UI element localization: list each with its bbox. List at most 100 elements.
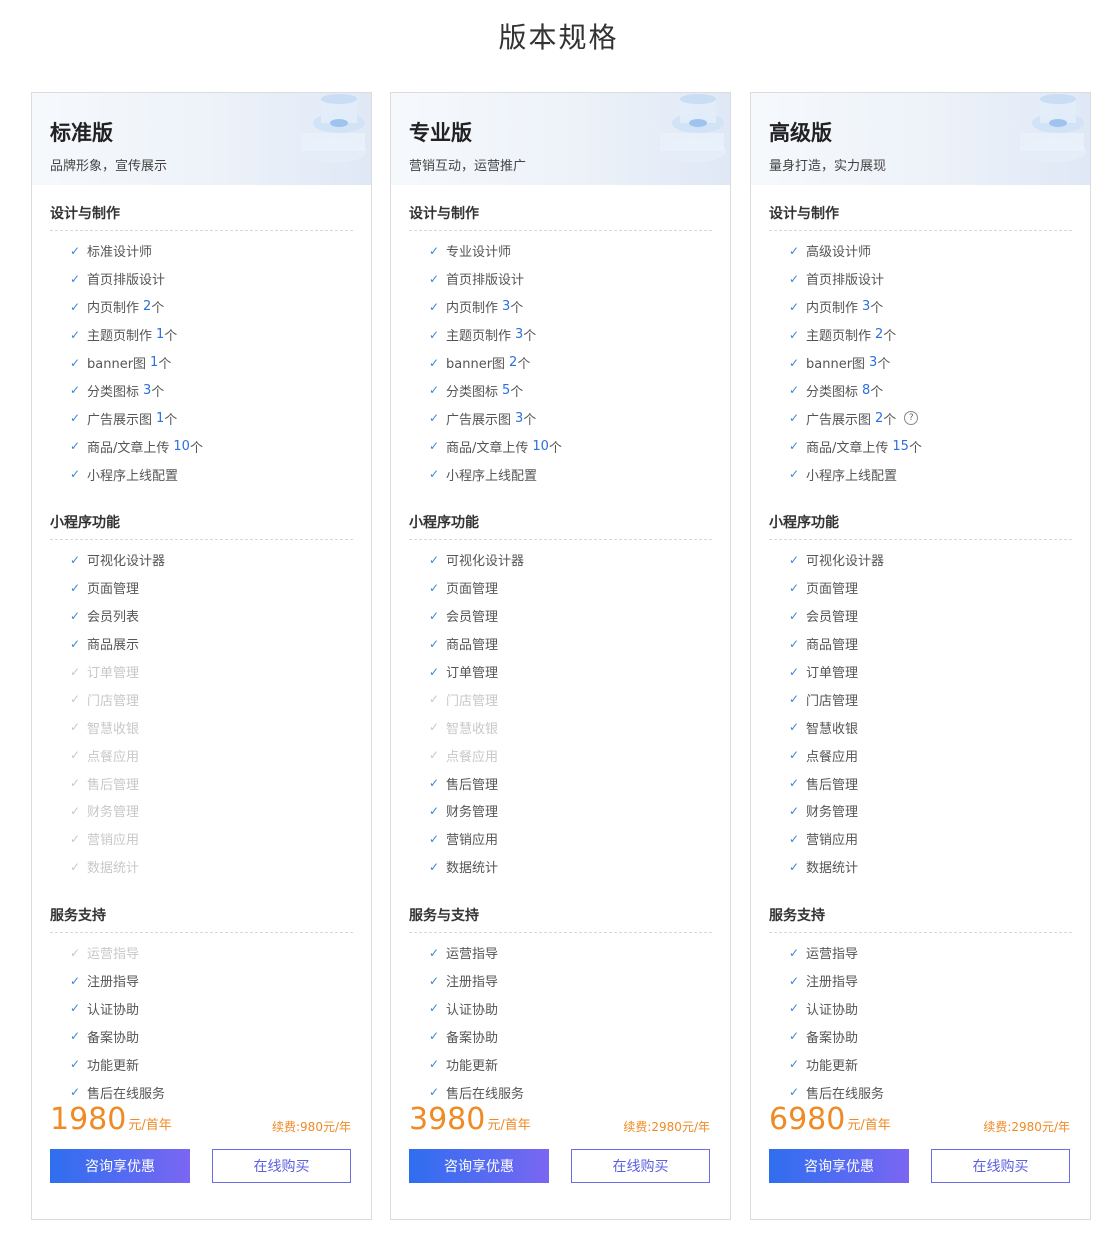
question-circle-icon[interactable]: ? (904, 411, 919, 426)
feature-unit: 个 (883, 412, 897, 428)
feature-item: ✓ 营销应用 (70, 825, 353, 853)
feature-label: 小程序上线配置 (446, 468, 538, 484)
feature-item: ✓ 数据统计 (429, 853, 712, 881)
feature-item: ✓ 点餐应用 (70, 741, 353, 769)
check-icon: ✓ (789, 608, 800, 623)
price-unit: 元/首年 (847, 1118, 891, 1133)
feature-label: 数据统计 (446, 861, 499, 877)
price-unit: 元/首年 (128, 1118, 172, 1133)
feature-unit: 个 (877, 357, 891, 372)
feature-label: banner图 (87, 357, 147, 372)
check-icon: ✓ (429, 467, 440, 482)
feature-label: 分类图标 (446, 384, 499, 400)
feature-list: ✓ 可视化设计器 ✓ 页面管理 ✓ 会员管理 ✓ 商品管理 ✓ 订单管理 ✓ 门店管理 ✓ 智慧收银 ✓ 点餐… (409, 540, 712, 887)
feature-item: ✓ 商品/文章上传 15 个 (789, 432, 1072, 460)
check-icon: ✓ (70, 803, 81, 818)
consult-button[interactable]: 咨询享优惠 (769, 1149, 909, 1183)
feature-label: 门店管理 (806, 693, 859, 709)
check-icon: ✓ (789, 1029, 800, 1044)
feature-label: 认证协助 (806, 1002, 859, 1018)
consult-button[interactable]: 咨询享优惠 (409, 1149, 549, 1183)
buy-online-button[interactable]: 在线购买 (212, 1149, 351, 1183)
feature-label: 认证协助 (87, 1002, 140, 1018)
check-icon: ✓ (70, 945, 81, 960)
check-icon: ✓ (789, 552, 800, 567)
feature-unit: 个 (523, 329, 537, 345)
feature-label: banner图 (806, 357, 866, 372)
feature-unit: 个 (164, 412, 178, 428)
price-unit: 元/首年 (487, 1118, 531, 1133)
check-icon: ✓ (789, 831, 800, 846)
check-icon: ✓ (429, 580, 440, 595)
plan-header: 标准版 品牌形象，宣传展示 (32, 93, 371, 185)
feature-quantity: 2 (509, 355, 518, 370)
check-icon: ✓ (70, 1057, 81, 1072)
check-icon: ✓ (789, 580, 800, 595)
check-icon: ✓ (70, 664, 81, 679)
feature-label: 首页排版设计 (87, 273, 166, 289)
feature-item: ✓ 财务管理 (429, 797, 712, 825)
check-icon: ✓ (789, 692, 800, 707)
feature-item: ✓ 点餐应用 (789, 741, 1072, 769)
section-title-design: 设计与制作 (769, 185, 1072, 231)
feature-label: 分类图标 (87, 384, 140, 400)
feature-label: 首页排版设计 (446, 273, 525, 289)
feature-label: 营销应用 (806, 833, 859, 849)
feature-quantity: 3 (869, 355, 878, 370)
feature-item: ✓ 运营指导 (789, 939, 1072, 967)
section-title-service: 服务与支持 (409, 887, 712, 933)
buy-online-button[interactable]: 在线购买 (571, 1149, 710, 1183)
feature-item: ✓ 页面管理 (789, 574, 1072, 602)
feature-label: 页面管理 (446, 582, 499, 598)
feature-label: 订单管理 (806, 666, 859, 682)
check-icon: ✓ (429, 355, 440, 370)
feature-unit: 个 (548, 440, 562, 456)
feature-label: 可视化设计器 (87, 554, 166, 570)
feature-label: 页面管理 (806, 582, 859, 598)
feature-list: ✓ 可视化设计器 ✓ 页面管理 ✓ 会员列表 ✓ 商品展示 ✓ 订单管理 ✓ 门店管理 ✓ 智慧收银 ✓ 点餐… (50, 540, 353, 887)
price: 1980 元/首年 (50, 1103, 172, 1137)
check-icon: ✓ (70, 608, 81, 623)
check-icon: ✓ (429, 327, 440, 342)
feature-label: banner图 (446, 357, 506, 372)
check-icon: ✓ (789, 636, 800, 651)
feature-label: 营销应用 (87, 833, 140, 849)
section-title-design: 设计与制作 (409, 185, 712, 231)
price-row: 1980 元/首年续费:980元/年 (50, 1103, 351, 1137)
check-icon: ✓ (70, 271, 81, 286)
feature-quantity: 1 (156, 410, 165, 426)
feature-item: ✓ 小程序上线配置 (70, 460, 353, 488)
feature-label: 广告展示图 (446, 412, 512, 428)
check-icon: ✓ (429, 973, 440, 988)
feature-item: ✓ 高级设计师 (789, 237, 1072, 265)
feature-item: ✓ 可视化设计器 (429, 546, 712, 574)
check-icon: ✓ (789, 1085, 800, 1100)
feature-item: ✓ 小程序上线配置 (429, 460, 712, 488)
feature-quantity: 3 (143, 382, 152, 398)
consult-button[interactable]: 咨询享优惠 (50, 1149, 190, 1183)
feature-item: ✓ 页面管理 (429, 574, 712, 602)
check-icon: ✓ (70, 411, 81, 426)
renewal-price: 续费:980元/年 (272, 1120, 351, 1134)
section-title-service: 服务支持 (769, 887, 1072, 933)
feature-item: ✓ 商品/文章上传 10 个 (429, 432, 712, 460)
feature-label: 分类图标 (806, 384, 859, 400)
section-title-service: 服务支持 (50, 887, 353, 933)
buy-online-button[interactable]: 在线购买 (931, 1149, 1070, 1183)
feature-item: ✓ banner图 1 个 (70, 349, 353, 377)
check-icon: ✓ (429, 552, 440, 567)
feature-item: ✓ 标准设计师 (70, 237, 353, 265)
feature-label: 商品展示 (87, 638, 140, 654)
feature-item: ✓ 智慧收银 (429, 713, 712, 741)
feature-list: ✓ 标准设计师 ✓ 首页排版设计 ✓ 内页制作 2 个 ✓ 主题页制作 1 个 ✓ banner图 1 个 ✓ 分… (50, 231, 353, 494)
feature-label: 数据统计 (87, 861, 140, 877)
feature-item: ✓ 内页制作 3 个 (789, 293, 1072, 321)
feature-label: 售后在线服务 (446, 1086, 525, 1102)
feature-label: 注册指导 (806, 975, 859, 991)
feature-label: 售后在线服务 (806, 1086, 885, 1102)
feature-label: 门店管理 (446, 693, 499, 709)
check-icon: ✓ (70, 552, 81, 567)
feature-item: ✓ 主题页制作 1 个 (70, 321, 353, 349)
price-row: 3980 元/首年 续费:2980元/年 (409, 1103, 710, 1137)
feature-item: ✓ 门店管理 (70, 685, 353, 713)
